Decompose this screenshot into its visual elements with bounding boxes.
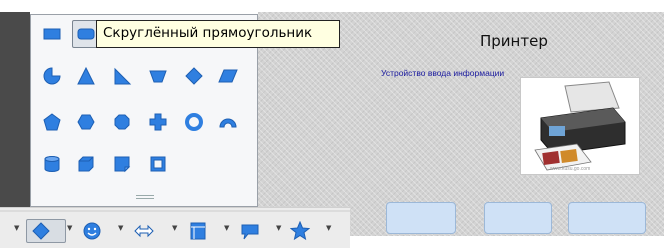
answer-box-3[interactable] — [568, 202, 646, 234]
block-arrows-dropdown-icon[interactable]: ▼ — [172, 224, 177, 232]
cylinder-shape-icon[interactable] — [38, 150, 66, 178]
slide-subtitle[interactable]: Устройство ввода информации — [381, 68, 504, 78]
photo-caption: www.kusu.go.com — [550, 166, 591, 172]
callouts-button[interactable] — [240, 219, 260, 243]
trapezoid-shape-icon[interactable] — [144, 62, 172, 90]
diamond-icon — [32, 222, 50, 240]
octagon-shape-icon[interactable] — [108, 108, 136, 136]
triangle-shape-icon[interactable] — [72, 62, 100, 90]
smiley-icon — [83, 222, 101, 240]
symbol-shapes-dropdown-icon[interactable]: ▼ — [118, 224, 123, 232]
left-edge-top — [0, 0, 30, 12]
parallelogram-shape-icon[interactable] — [214, 62, 242, 90]
diamond-shape-icon[interactable] — [180, 62, 208, 90]
tooltip: Скруглённый прямоугольник — [96, 20, 340, 48]
right-triangle-shape-icon[interactable] — [108, 62, 136, 90]
pie-shape-icon[interactable] — [38, 62, 66, 90]
answer-box-2[interactable] — [484, 202, 552, 234]
frame-shape-icon[interactable] — [144, 150, 172, 178]
dropdown-arrow-icon[interactable]: ▼ — [14, 224, 19, 232]
basic-shapes-button[interactable] — [26, 219, 66, 243]
toolbar-separator — [0, 210, 350, 212]
speech-bubble-icon — [241, 224, 259, 240]
block-arc-shape-icon[interactable] — [214, 108, 242, 136]
printer-icon — [521, 78, 639, 174]
hexagon-shape-icon[interactable] — [72, 108, 100, 136]
pentagon-shape-icon[interactable] — [38, 108, 66, 136]
flowchart-icon — [190, 222, 206, 240]
symbol-shapes-button[interactable] — [82, 219, 102, 243]
double-arrow-icon — [134, 224, 154, 238]
stars-dropdown-icon[interactable]: ▼ — [326, 224, 331, 232]
rectangle-shape-icon[interactable] — [38, 20, 66, 48]
star-icon — [290, 221, 310, 241]
answer-box-1[interactable] — [386, 202, 456, 234]
slide-title[interactable]: Принтер — [480, 32, 548, 50]
cube-shape-icon[interactable] — [72, 150, 100, 178]
folded-corner-shape-icon[interactable] — [108, 150, 136, 178]
resize-grip[interactable] — [136, 195, 154, 199]
callouts-dropdown-icon[interactable]: ▼ — [276, 224, 281, 232]
donut-shape-icon[interactable] — [180, 108, 208, 136]
stars-button[interactable] — [290, 219, 310, 243]
flowchart-button[interactable] — [188, 219, 208, 243]
printer-photo[interactable] — [520, 77, 640, 175]
block-arrows-button[interactable] — [134, 219, 154, 243]
basic-shapes-dropdown-icon[interactable]: ▼ — [67, 224, 72, 232]
plus-shape-icon[interactable] — [144, 108, 172, 136]
flowchart-dropdown-icon[interactable]: ▼ — [224, 224, 229, 232]
